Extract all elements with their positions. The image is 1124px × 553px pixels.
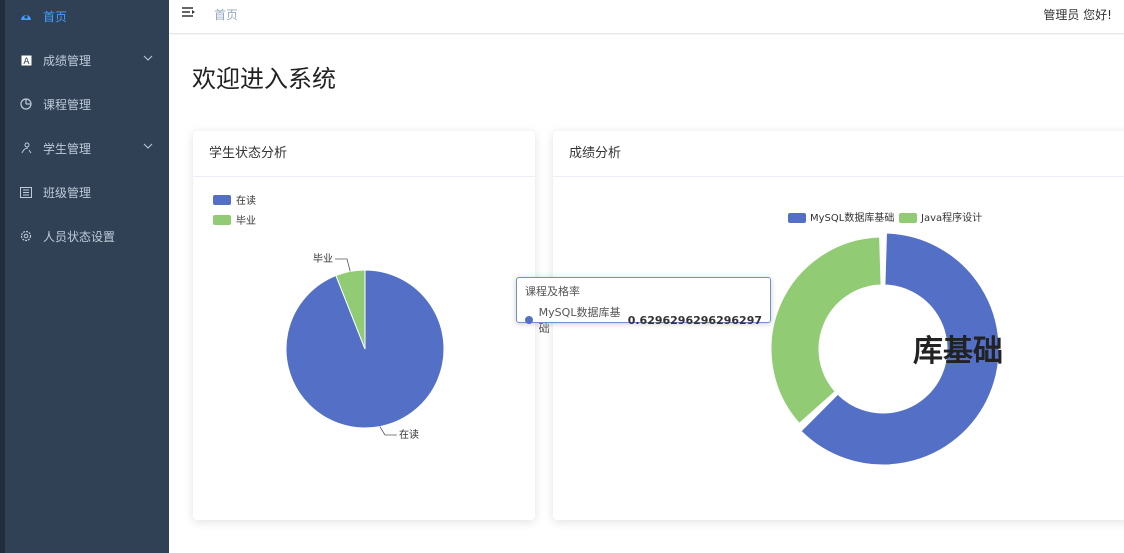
sidebar-item-courses[interactable]: 课程管理: [5, 82, 169, 126]
student-icon: [19, 141, 33, 155]
legend-swatch-毕业: [213, 215, 231, 225]
grade-icon: A: [19, 53, 33, 67]
chart-tooltip: 课程及格率 MySQL数据库基础 0.6296296296296297: [516, 277, 771, 335]
sidebar-item-status-settings[interactable]: 人员状态设置: [5, 214, 169, 258]
user-greeting[interactable]: 管理员 您好!: [1043, 6, 1112, 23]
tooltip-title: 课程及格率: [525, 285, 580, 298]
legend-swatch-MySQL数据库基础: [788, 213, 806, 223]
legend-label-毕业: 毕业: [236, 214, 256, 227]
page-title: 欢迎进入系统: [192, 65, 336, 93]
legend-swatch-Java程序设计: [899, 213, 917, 223]
hamburger-icon[interactable]: [181, 6, 197, 20]
dashboard-icon: [19, 9, 33, 23]
donut-center-label: 库基础: [913, 334, 1003, 369]
sidebar-item-home[interactable]: 首页: [5, 0, 169, 38]
sidebar-item-label: 人员状态设置: [43, 229, 116, 244]
class-icon: [19, 185, 33, 199]
student-status-card: 学生状态分析 在读 毕业 在读 毕业: [193, 131, 535, 520]
chevron-down-icon[interactable]: [143, 141, 153, 151]
clock-icon: [19, 97, 33, 111]
breadcrumb[interactable]: 首页: [214, 6, 238, 23]
pie-leader-在读: [379, 426, 397, 436]
student-status-chart: 在读毕业在读毕业: [213, 194, 445, 441]
legend-swatch-在读: [213, 195, 231, 205]
tooltip-value: 0.6296296296296297: [627, 313, 762, 327]
donut-slice-Java程序设计: [770, 236, 882, 425]
legend-label-Java程序设计: Java程序设计: [920, 211, 982, 224]
tooltip-series-name: MySQL数据库基础: [538, 306, 621, 335]
legend-label-在读: 在读: [236, 194, 256, 207]
sidebar-item-label: 课程管理: [43, 97, 92, 112]
sidebar-item-classes[interactable]: 班级管理: [5, 170, 169, 214]
legend-label-MySQL数据库基础: MySQL数据库基础: [810, 211, 894, 224]
series-dot: [525, 316, 533, 324]
gear-icon: [19, 229, 33, 243]
chevron-down-icon[interactable]: [143, 53, 153, 63]
svg-text:A: A: [23, 57, 30, 66]
sidebar-item-label: 学生管理: [43, 141, 92, 156]
sidebar-item-label: 首页: [43, 9, 68, 24]
pie-leader-毕业: [335, 258, 351, 272]
sidebar-item-label: 班级管理: [43, 185, 92, 200]
sidebar-item-label: 成绩管理: [43, 53, 92, 68]
pie-label-毕业: 毕业: [313, 252, 333, 265]
sidebar: 首页 A 成绩管理 课程管理 学生管理 班级管理 人员状态设置: [0, 0, 169, 553]
top-bar: 首页 管理员 您好!: [169, 0, 1124, 34]
sidebar-item-students[interactable]: 学生管理: [5, 126, 169, 170]
sidebar-item-grades[interactable]: A 成绩管理: [5, 38, 169, 82]
pie-label-在读: 在读: [399, 428, 419, 441]
